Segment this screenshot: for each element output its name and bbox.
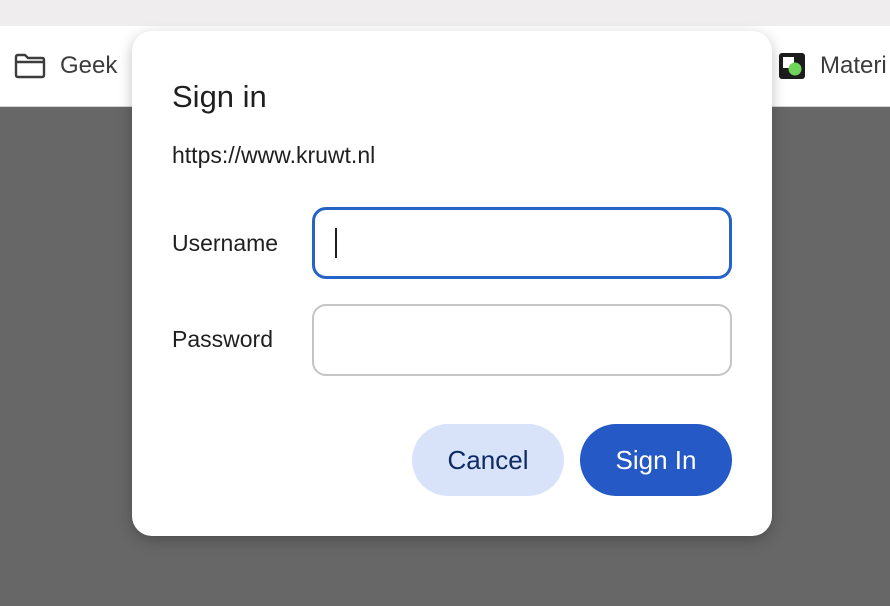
password-input[interactable] [312, 304, 732, 376]
sign-in-dialog: Sign in https://www.kruwt.nl Username Pa… [132, 31, 772, 536]
bookmark-geek[interactable]: Geek [14, 50, 117, 82]
materialize-favicon-icon [778, 52, 806, 80]
username-label: Username [172, 230, 279, 256]
browser-top-strip [0, 0, 890, 26]
username-input[interactable] [312, 207, 732, 279]
sign-in-button[interactable]: Sign In [580, 424, 732, 496]
bookmark-geek-label: Geek [60, 52, 118, 79]
bookmark-materi-label: Materi [820, 52, 887, 79]
password-label: Password [172, 326, 273, 352]
folder-icon [14, 53, 46, 79]
dialog-url: https://www.kruwt.nl [172, 142, 376, 168]
dialog-title: Sign in [172, 79, 267, 114]
cancel-button[interactable]: Cancel [412, 424, 564, 496]
bookmark-materi[interactable]: Materi [778, 50, 887, 82]
text-caret [335, 228, 337, 258]
